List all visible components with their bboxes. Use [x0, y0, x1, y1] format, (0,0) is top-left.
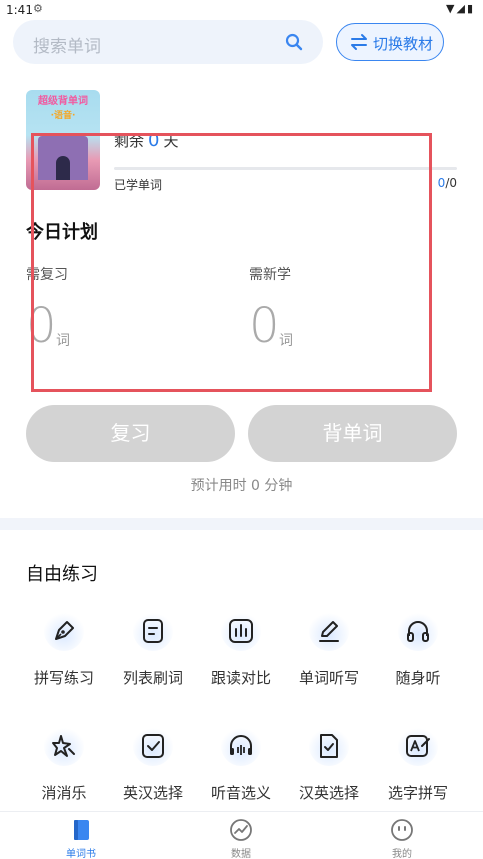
status-bar: 1:41 ⚙ ▼◢▮ — [0, 0, 483, 20]
search-placeholder: 搜索单词 — [33, 37, 101, 57]
search-icon[interactable] — [285, 33, 303, 51]
tab-data[interactable]: 数据 — [201, 816, 281, 859]
chart-trend-icon — [230, 819, 252, 841]
system-status-icons: ▼◢▮ — [446, 2, 475, 15]
practice-match-game[interactable]: 消消乐 — [19, 726, 109, 812]
audio-bars-icon — [221, 611, 261, 651]
cover-door-illustration — [56, 156, 70, 180]
free-practice-title: 自由练习 — [26, 564, 98, 585]
practice-list-review[interactable]: 列表刷词 — [108, 611, 198, 697]
signal-icon: ◢ — [456, 2, 467, 15]
practice-label: 列表刷词 — [122, 669, 183, 687]
review-needed-label: 需复习 — [26, 267, 68, 283]
pencil-line-icon — [309, 611, 349, 651]
swap-arrows-icon — [351, 34, 367, 50]
practice-pick-spell[interactable]: 选字拼写 — [373, 726, 463, 812]
learned-words-label: 已学单词 — [114, 178, 163, 192]
learned-words-count: 0/0 — [438, 176, 457, 190]
tab-label: 单词书 — [66, 849, 96, 859]
practice-cn-en-choice[interactable]: 汉英选择 — [284, 726, 374, 812]
spell-edit-icon — [398, 726, 438, 766]
new-needed-value: 0 — [249, 298, 280, 354]
smiley-icon — [391, 819, 413, 841]
settings-status-icon: ⚙ — [33, 2, 43, 15]
switch-textbook-label: 切换教材 — [373, 35, 434, 53]
cover-subtitle: ·语音· — [50, 111, 76, 121]
study-words-button[interactable]: 背单词 — [248, 405, 457, 462]
practice-dictation[interactable]: 单词听写 — [284, 611, 374, 697]
practice-label: 汉英选择 — [298, 784, 359, 802]
practice-label: 英汉选择 — [122, 784, 183, 802]
cover-title: 超级背单词 — [38, 96, 88, 107]
status-time: 1:41 — [6, 3, 33, 17]
practice-label: 跟读对比 — [210, 669, 271, 687]
review-needed-value: 0 — [26, 298, 57, 354]
tab-label: 数据 — [231, 849, 251, 859]
today-plan-title: 今日计划 — [26, 222, 98, 243]
review-needed-unit: 词 — [56, 333, 70, 349]
practice-en-cn-choice[interactable]: 英汉选择 — [108, 726, 198, 812]
practice-listen[interactable]: 随身听 — [373, 611, 463, 697]
practice-label: 随身听 — [395, 669, 441, 687]
learning-progress-bar — [114, 167, 457, 170]
practice-label: 听音选义 — [210, 784, 271, 802]
battery-icon: ▮ — [466, 2, 475, 15]
book-icon — [74, 820, 89, 840]
practice-read-along[interactable]: 跟读对比 — [196, 611, 286, 697]
headphones-icon — [398, 611, 438, 651]
bottom-tab-bar: 单词书 数据 我的 — [0, 811, 483, 859]
check-square-icon — [133, 726, 173, 766]
sparkle-star-icon — [44, 726, 84, 766]
practice-label: 单词听写 — [298, 669, 359, 687]
remaining-suffix: 天 — [163, 132, 179, 150]
remaining-days-value: 0 — [148, 130, 160, 151]
review-button[interactable]: 复习 — [26, 405, 235, 462]
tab-wordbook[interactable]: 单词书 — [41, 816, 121, 859]
pen-nib-icon — [44, 611, 84, 651]
list-card-icon — [133, 611, 173, 651]
learned-total: /0 — [445, 176, 457, 190]
new-needed-unit: 词 — [279, 333, 293, 349]
practice-label: 消消乐 — [41, 784, 87, 802]
tab-label: 我的 — [392, 849, 412, 859]
practice-label: 拼写练习 — [33, 669, 94, 687]
tab-mine[interactable]: 我的 — [362, 816, 442, 859]
search-input[interactable]: 搜索单词 — [13, 20, 323, 64]
remaining-prefix: 剩余 — [114, 132, 145, 150]
estimated-time: 预计用时 0 分钟 — [190, 478, 293, 494]
check-document-icon — [309, 726, 349, 766]
remaining-days: 剩余 0 天 — [114, 130, 178, 151]
section-divider — [0, 518, 483, 530]
headset-wave-icon — [221, 726, 261, 766]
book-cover[interactable]: 超级背单词 ·语音· — [26, 90, 100, 190]
wifi-icon: ▼ — [446, 2, 457, 15]
practice-spelling[interactable]: 拼写练习 — [19, 611, 109, 697]
switch-textbook-button[interactable]: 切换教材 — [336, 23, 444, 61]
new-needed-label: 需新学 — [249, 267, 291, 283]
practice-listen-choose[interactable]: 听音选义 — [196, 726, 286, 812]
practice-label: 选字拼写 — [387, 784, 448, 802]
